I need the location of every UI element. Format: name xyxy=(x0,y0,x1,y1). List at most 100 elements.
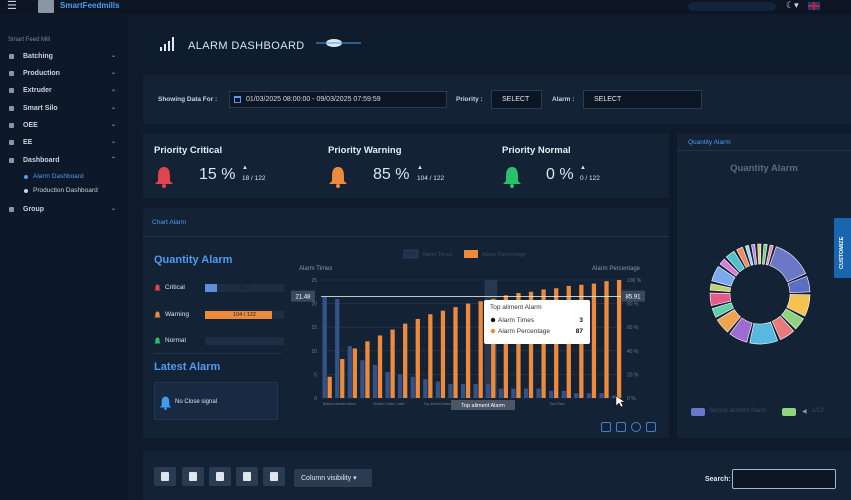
alarm-label: Alarm : xyxy=(552,96,575,103)
sidebar-sub-label: Production Dashboard xyxy=(33,187,98,194)
bar-chart-icon[interactable] xyxy=(616,422,626,432)
sidebar-item-smart-silo[interactable]: Smart Silo ⌄ xyxy=(0,103,127,117)
x-tick-label: Bottom aliment Alarm xyxy=(323,402,356,406)
sidebar-item-dashboard[interactable]: Dashboard ⌃ xyxy=(0,155,127,169)
y2-tick-label: 40 % xyxy=(627,349,639,355)
bar-alarm-times xyxy=(511,388,516,398)
bar-alarm-times xyxy=(536,388,541,398)
copy-button[interactable] xyxy=(154,467,176,486)
bar-alarm-percentage xyxy=(415,318,420,398)
priority-select[interactable]: SELECT xyxy=(491,90,542,109)
pdf-icon xyxy=(243,472,251,481)
donut-slice xyxy=(762,243,768,265)
alarm-pareto-chart: 25 20 15 10 5 0 100 % 80 % 60 % 40 % 20 % 0 % Alarm … xyxy=(291,249,645,410)
date-range-value: 01/03/2025 08:00:00 - 09/03/2025 07:59:5… xyxy=(246,96,381,103)
bar-alarm-percentage xyxy=(453,307,458,398)
sidebar-item-label: Batching xyxy=(23,53,53,60)
sidebar-sub-label: Alarm Dashboard xyxy=(33,173,84,180)
bar-alarm-times xyxy=(599,393,604,398)
bell-icon xyxy=(155,167,173,188)
csv-button[interactable] xyxy=(182,467,204,486)
chevron-down-icon: ⌄ xyxy=(110,70,116,76)
page-title: ALARM DASHBOARD xyxy=(188,40,305,52)
chevron-up-icon: ⌃ xyxy=(110,157,116,163)
customize-tab[interactable]: CUSTOMIZE xyxy=(834,218,851,278)
excel-button[interactable] xyxy=(209,467,231,486)
search-input[interactable] xyxy=(732,469,836,489)
trend-up-icon: ▲ xyxy=(580,165,586,171)
y2-tick-label: 80 % xyxy=(627,302,639,308)
sidebar-sub-alarm-dashboard[interactable]: Alarm Dashboard xyxy=(0,171,127,183)
bar-alarm-times xyxy=(523,388,529,398)
legend-prev-icon[interactable]: ◀ xyxy=(802,408,807,415)
legend-swatch-percentage xyxy=(464,250,478,258)
brand-logo xyxy=(38,0,54,13)
legend-pager: 1/13 xyxy=(812,408,824,414)
y-tick-label: 0 xyxy=(314,396,317,402)
bar-alarm-percentage xyxy=(591,283,597,398)
priority-title: Priority Critical xyxy=(154,145,223,156)
priority-ratio: 0 / 122 xyxy=(580,175,600,182)
tooltip-row-label: Alarm Times xyxy=(498,317,535,324)
trend-up-icon: ▲ xyxy=(417,165,423,171)
alarm-select[interactable]: SELECT xyxy=(583,90,702,109)
showing-data-label: Showing Data For : xyxy=(158,96,218,103)
user-menu[interactable] xyxy=(688,2,776,11)
priority-percent: 15 % xyxy=(199,166,236,183)
sidebar-item-batching[interactable]: Batching ⌄ xyxy=(0,51,127,65)
donut-title: Quantity Alarm xyxy=(730,163,798,174)
print-button[interactable] xyxy=(263,467,285,486)
y-tick-label: 20 xyxy=(311,302,317,308)
bell-icon xyxy=(329,167,347,188)
tooltip-title: Top aliment Alarm xyxy=(490,304,542,311)
legend-swatch xyxy=(782,408,796,416)
group-icon xyxy=(9,207,14,212)
date-range-field[interactable]: 01/03/2025 08:00:00 - 09/03/2025 07:59:5… xyxy=(229,91,447,108)
bar-alarm-percentage xyxy=(403,323,408,398)
pdf-button[interactable] xyxy=(236,467,258,486)
language-flag-icon[interactable] xyxy=(808,2,820,10)
column-visibility-button[interactable]: Column visibility ▾ xyxy=(294,469,372,487)
legend-swatch-times xyxy=(403,249,419,259)
legend-label-times: Alarm Times xyxy=(422,252,453,258)
extruder-icon xyxy=(9,88,14,93)
line-chart-icon[interactable] xyxy=(601,422,611,432)
y-tick-label: 15 xyxy=(311,325,317,331)
sidebar-item-extruder[interactable]: Extruder ⌄ xyxy=(0,85,127,99)
x-tick-label: Bottom Close Cutter xyxy=(373,402,405,406)
quantity-alarm-panel: Quantity Alarm Quantity Alarm Sensor ali… xyxy=(677,133,851,438)
sidebar-sub-production-dashboard[interactable]: Production Dashboard xyxy=(0,185,127,197)
x-tick-label: Tool Pass xyxy=(550,402,565,406)
sidebar-item-ee[interactable]: EE ⌄ xyxy=(0,137,127,151)
copy-icon xyxy=(161,472,169,481)
sidebar: Smart Feed Mill Batching ⌄ Production ⌄ … xyxy=(0,14,127,500)
priority-percent: 85 % xyxy=(373,166,410,183)
y2-tick-label: 20 % xyxy=(627,372,639,378)
sidebar-item-group[interactable]: Group ⌄ xyxy=(0,204,127,218)
top-bar: ☰ SmartFeedmills ☾▾ xyxy=(0,0,851,14)
bar-alarm-times xyxy=(347,346,352,398)
bar-alarm-times xyxy=(473,383,478,398)
priority-normal-card: Priority Normal 0 % ▲ 0 / 122 xyxy=(491,133,661,198)
sidebar-item-production[interactable]: Production ⌄ xyxy=(0,68,127,82)
smart-silo-icon xyxy=(9,106,14,111)
oee-icon xyxy=(9,123,14,128)
priority-percent: 0 % xyxy=(546,166,574,183)
bar-alarm-times xyxy=(335,298,340,398)
sidebar-item-oee[interactable]: OEE ⌄ xyxy=(0,120,127,134)
chevron-down-icon: ⌄ xyxy=(110,206,116,212)
bar-alarm-percentage xyxy=(428,314,433,398)
trend-up-icon: ▲ xyxy=(242,165,248,171)
priority-ratio: 18 / 122 xyxy=(242,175,266,182)
sidebar-item-label: Group xyxy=(23,206,44,213)
quantity-donut-chart xyxy=(709,243,811,345)
download-icon[interactable] xyxy=(646,422,656,432)
bar-alarm-percentage xyxy=(377,335,383,398)
dark-mode-icon[interactable]: ☾▾ xyxy=(786,0,799,11)
chevron-down-icon: ⌄ xyxy=(110,139,116,145)
bar-alarm-times xyxy=(448,383,453,398)
chart-alarm-panel: Chart Alarm Quantity Alarm Critical 18 /… xyxy=(143,208,669,438)
tooltip-marker xyxy=(490,317,496,323)
refresh-icon[interactable] xyxy=(631,422,641,432)
hamburger-menu-icon[interactable]: ☰ xyxy=(7,1,17,12)
